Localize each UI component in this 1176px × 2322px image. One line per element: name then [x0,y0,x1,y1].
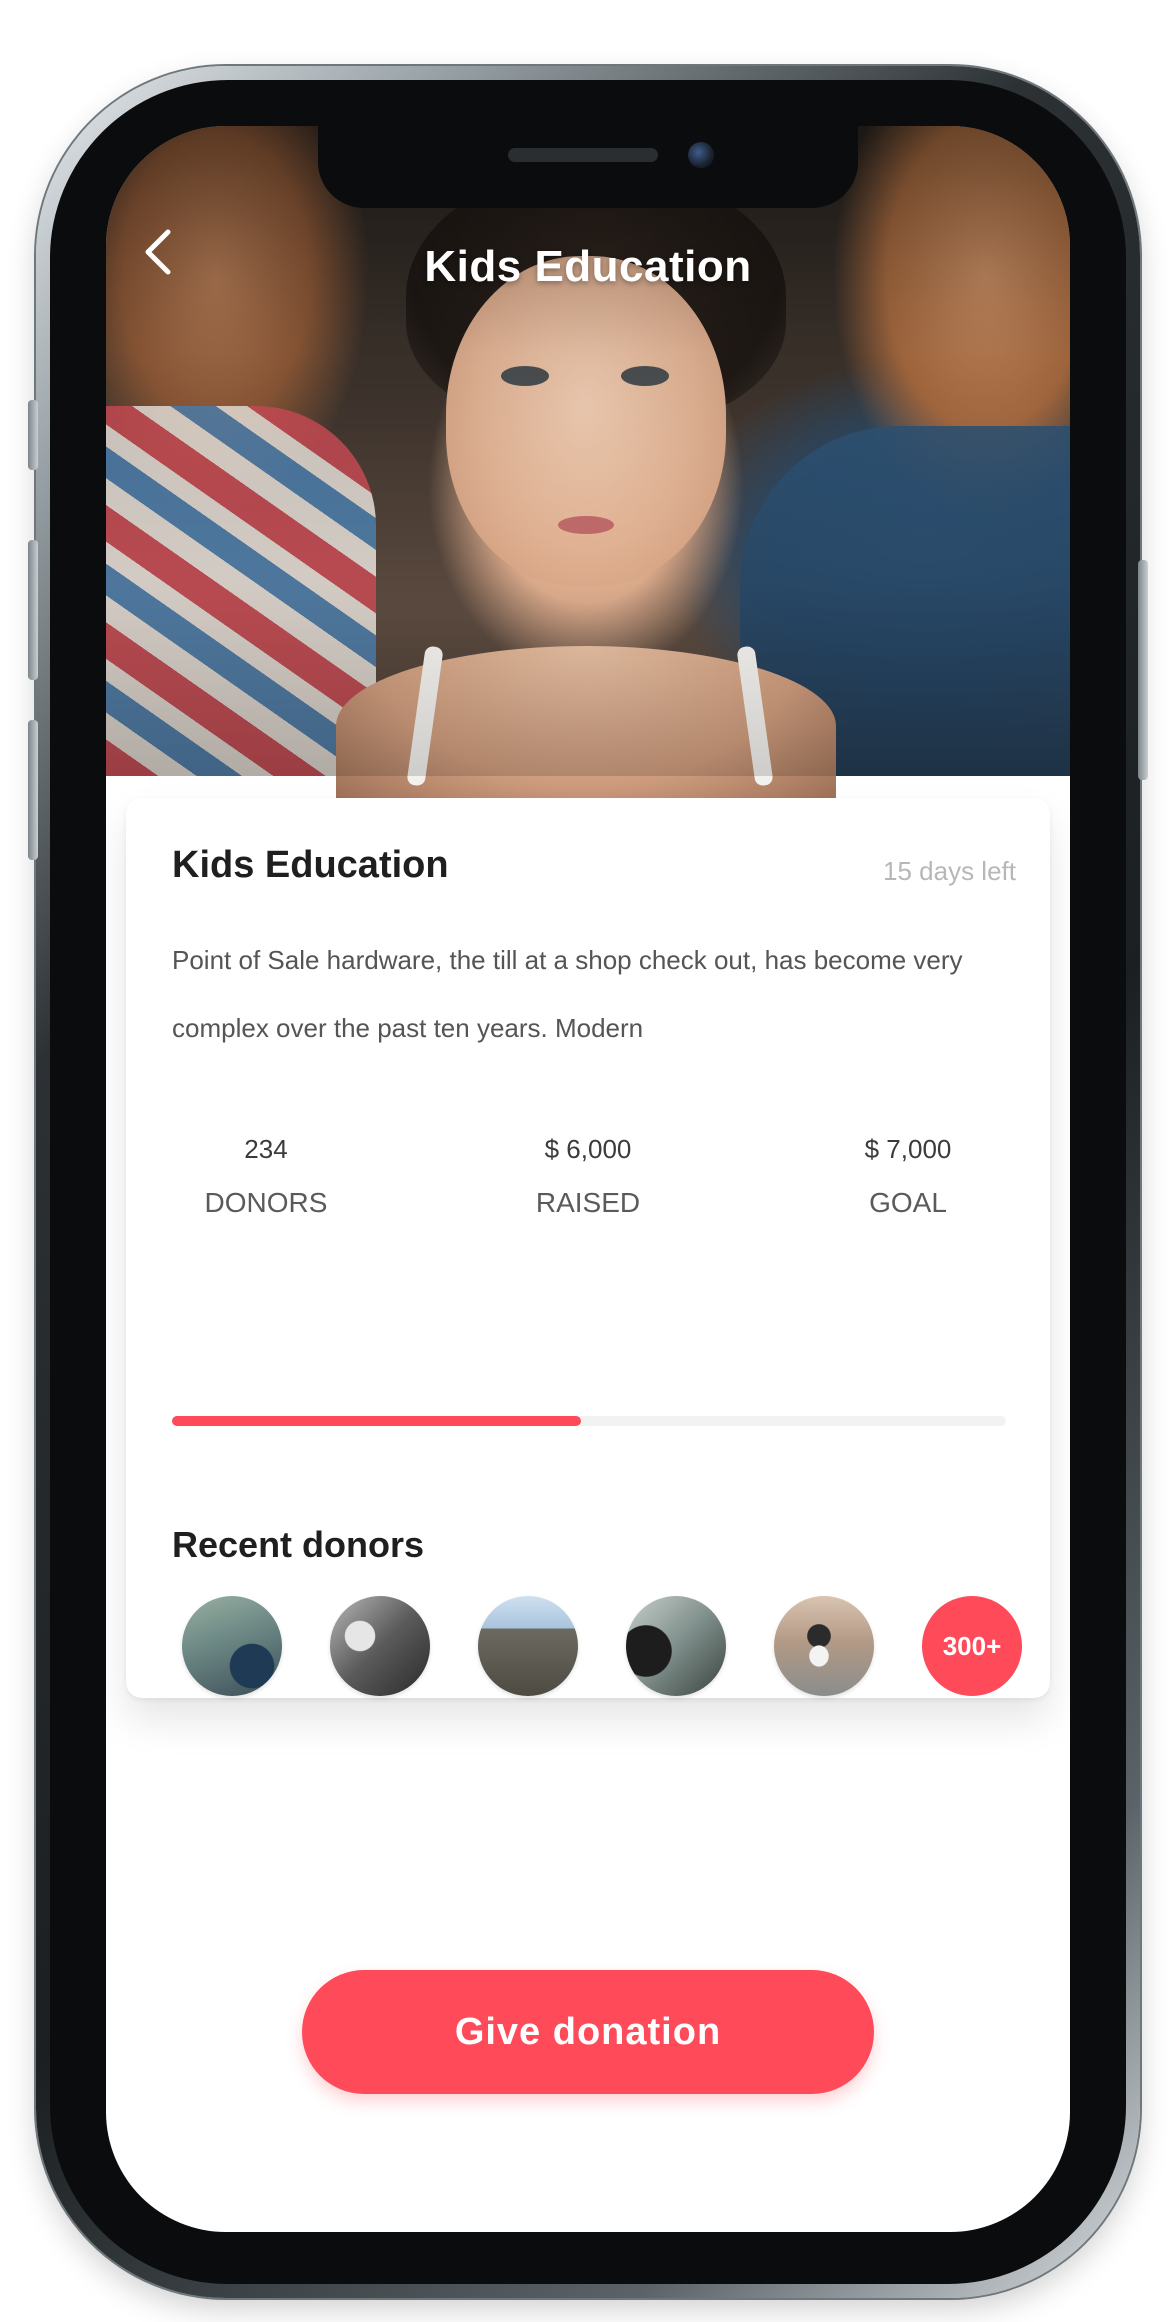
page-title: Kids Education [424,242,752,291]
campaign-title: Kids Education [172,844,449,886]
stat-donors-label: DONORS [204,1187,328,1218]
recent-donors-heading: Recent donors [172,1524,425,1565]
funding-progress-fill [172,1416,581,1426]
stat-goal: $ 7,000 GOAL [798,1134,1018,1219]
recent-donors-list: 300+ [182,1596,1022,1700]
stat-raised-value: $ 6,000 [544,1134,632,1164]
stat-donors: 234 DONORS [156,1134,376,1219]
power-button [1138,560,1148,780]
stat-raised: $ 6,000 RAISED [478,1134,698,1219]
mockup-stage: Kids Education Kids Education 15 days le… [0,0,1176,2322]
give-donation-button[interactable]: Give donation [302,1970,874,2094]
phone-notch [318,126,858,208]
campaign-card: Kids Education 15 days left Point of Sal… [126,798,1050,1698]
app-screen: Kids Education Kids Education 15 days le… [106,126,1070,2232]
stat-goal-value: $ 7,000 [864,1134,952,1164]
days-left-label: 15 days left [883,856,1016,886]
donor-avatar[interactable] [330,1596,430,1696]
silent-switch [28,400,38,470]
stat-raised-label: RAISED [535,1187,641,1218]
hero-photo-shade [106,126,1070,776]
donor-avatar[interactable] [774,1596,874,1696]
campaign-description: Point of Sale hardware, the till at a sh… [172,945,963,1043]
stat-donors-value: 234 [244,1134,288,1164]
funding-progress-bar [172,1416,1006,1426]
donor-avatar[interactable] [478,1596,578,1696]
hero-photo [106,126,1070,806]
donor-avatar[interactable] [626,1596,726,1696]
more-donors-badge[interactable]: 300+ [922,1596,1022,1696]
volume-down-button [28,720,38,860]
earpiece-speaker [508,148,658,162]
volume-up-button [28,540,38,680]
front-camera [688,142,714,168]
stat-goal-label: GOAL [869,1187,947,1218]
donor-avatar[interactable] [182,1596,282,1696]
